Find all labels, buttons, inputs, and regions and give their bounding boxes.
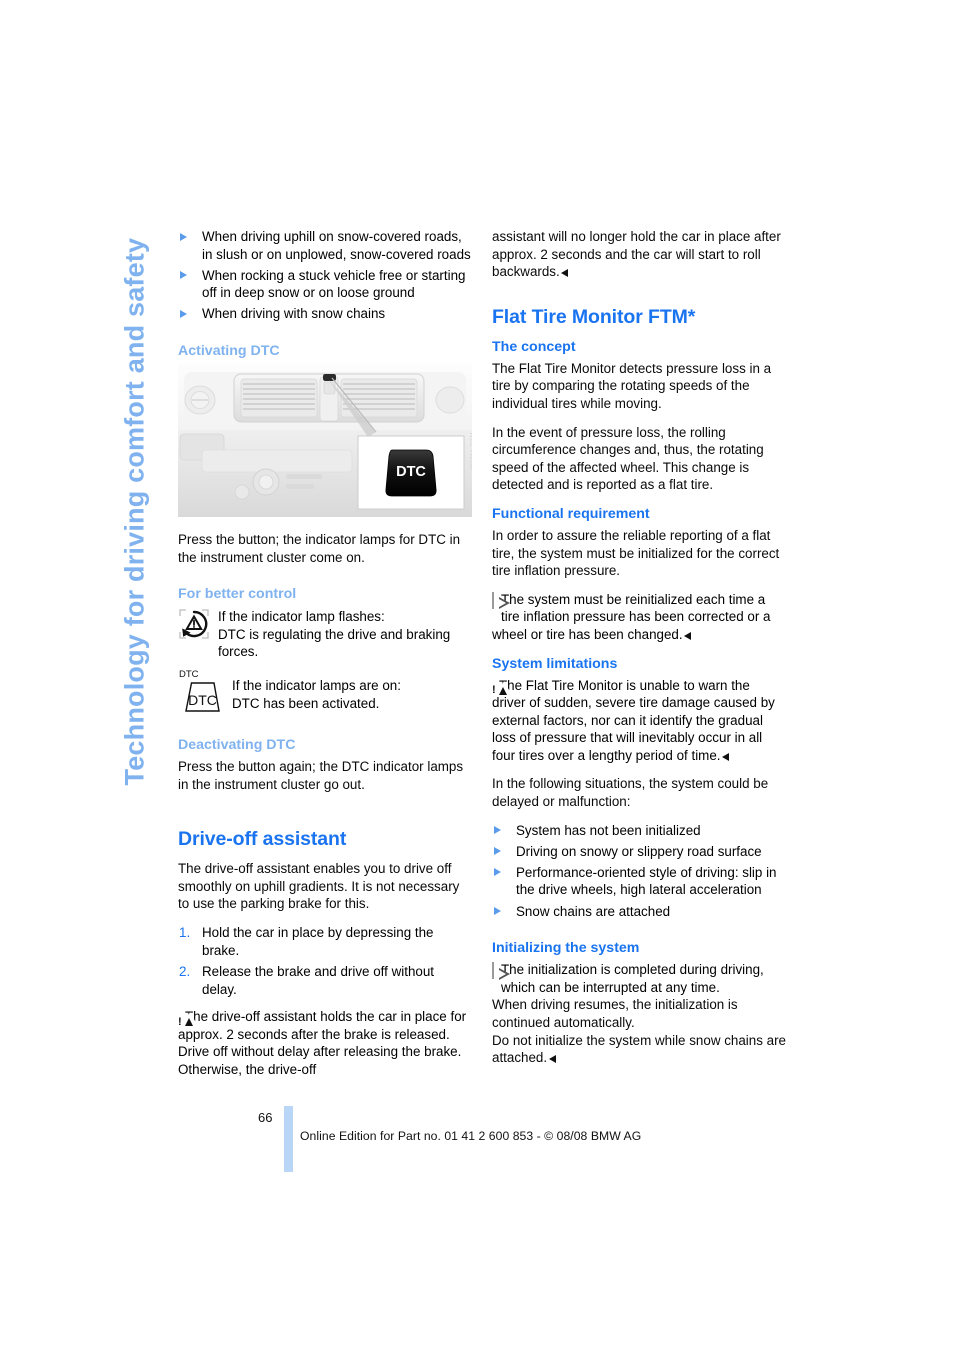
initializing-note-block: The initialization is completed during d… bbox=[492, 961, 786, 996]
heading-the-concept: The concept bbox=[492, 338, 576, 355]
activating-dtc-text: Press the button; the indicator lamps fo… bbox=[178, 531, 461, 565]
heading-drive-off-assistant: Drive-off assistant bbox=[178, 828, 347, 851]
initializing-paragraph-2: When driving resumes, the initialization… bbox=[492, 997, 738, 1030]
dtc-lamp-icon: DTC DTC bbox=[178, 667, 224, 720]
right-column: assistant will no longer hold the car in… bbox=[492, 228, 786, 1067]
triangle-bullet-icon bbox=[180, 309, 187, 318]
lamp-flashing-line1: If the indicator lamp flashes: bbox=[218, 609, 385, 625]
functional-paragraph-1: In order to assure the reliable reportin… bbox=[492, 527, 780, 579]
concept-paragraph-1: The Flat Tire Monitor detects pressure l… bbox=[492, 360, 772, 411]
heading-for-better-control: For better control bbox=[178, 586, 297, 603]
lamp-on-line1: If the indicator lamps are on: bbox=[232, 677, 401, 693]
footer-accent-bar bbox=[284, 1106, 293, 1172]
heading-flat-tire-monitor: Flat Tire Monitor FTM* bbox=[492, 305, 696, 328]
step-number: 1. bbox=[179, 924, 191, 940]
dtc-conditions-list: When driving uphill on snow-covered road… bbox=[178, 228, 472, 323]
indicator-lamp-flashing-row: If the indicator lamp flashes: DTC is re… bbox=[178, 607, 472, 661]
list-item-text: When rocking a stuck vehicle free or sta… bbox=[202, 267, 466, 301]
list-item: Driving on snowy or slippery road surfac… bbox=[492, 843, 786, 861]
list-item-text: System has not been initialized bbox=[516, 822, 701, 838]
list-item: 1. Hold the car in place by depressing t… bbox=[178, 924, 472, 959]
list-item-text: Performance-oriented style of driving: s… bbox=[516, 864, 777, 898]
step-text: Hold the car in place by depressing the … bbox=[202, 924, 434, 958]
heading-deactivating-dtc: Deactivating DTC bbox=[178, 736, 296, 753]
page-number: 66 bbox=[258, 1110, 273, 1125]
triangle-bullet-icon bbox=[494, 868, 501, 877]
initializing-p3-body: Do not initialize the system while snow … bbox=[492, 1032, 786, 1066]
heading-functional-requirement: Functional requirement bbox=[492, 505, 650, 522]
drive-off-steps: 1. Hold the car in place by depressing t… bbox=[178, 924, 472, 998]
end-of-note-marker bbox=[548, 1055, 556, 1064]
triangle-bullet-icon bbox=[494, 907, 501, 916]
list-item: When driving with snow chains bbox=[178, 305, 472, 323]
figure-watermark: WCMA.DTM bbox=[471, 432, 472, 470]
drive-off-intro-text: The drive-off assistant enables you to d… bbox=[178, 861, 460, 912]
lamp-flashing-line2: DTC is regulating the drive and braking … bbox=[218, 626, 451, 660]
list-item: System has not been initialized bbox=[492, 822, 786, 840]
initializing-paragraph-3: Do not initialize the system while snow … bbox=[492, 1032, 786, 1067]
drive-off-warning-block: ! The drive-off assistant holds the car … bbox=[178, 1009, 467, 1078]
step-text: Release the brake and drive off without … bbox=[202, 964, 435, 997]
limitations-list: System has not been initialized Driving … bbox=[492, 822, 786, 920]
indicator-lamp-on-row: DTC DTC If the indicator lamps are on: D… bbox=[178, 667, 472, 720]
limitations-warning-block: ! The Flat Tire Monitor is unable to war… bbox=[492, 677, 775, 763]
initializing-note-text: The initialization is completed during d… bbox=[501, 962, 764, 995]
list-item: Snow chains are attached bbox=[492, 903, 786, 921]
heading-initializing-the-system: Initializing the system bbox=[492, 940, 640, 957]
left-column: When driving uphill on snow-covered road… bbox=[178, 228, 472, 1090]
end-of-note-marker bbox=[684, 631, 692, 640]
lamp-on-line2: DTC has been activated. bbox=[232, 695, 380, 711]
triangle-bullet-icon bbox=[180, 232, 187, 241]
dtc-lamp-label: DTC bbox=[188, 692, 217, 708]
list-item: Performance-oriented style of driving: s… bbox=[492, 864, 786, 899]
list-item: When driving uphill on snow-covered road… bbox=[178, 228, 472, 263]
end-of-note-marker bbox=[561, 269, 569, 278]
continuation-body: assistant will no longer hold the car in… bbox=[492, 229, 781, 280]
list-item: When rocking a stuck vehicle free or sta… bbox=[178, 267, 472, 302]
dsc-rotating-arrow-icon bbox=[178, 607, 210, 646]
drive-off-warning-text: The drive-off assistant holds the car in… bbox=[178, 1009, 467, 1078]
indicator-lamp-on-text: If the indicator lamps are on: DTC has b… bbox=[232, 667, 401, 712]
chapter-title: Technology for driving comfort and safet… bbox=[119, 237, 150, 786]
triangle-bullet-icon bbox=[494, 826, 501, 835]
step-number: 2. bbox=[179, 964, 191, 980]
footer-copyright-note: Online Edition for Part no. 01 41 2 600 … bbox=[300, 1129, 642, 1143]
limitations-warning-text: The Flat Tire Monitor is unable to warn … bbox=[492, 677, 775, 763]
functional-note-block: The system must be reinitialized each ti… bbox=[492, 591, 786, 644]
functional-note-text: The system must be reinitialized each ti… bbox=[492, 591, 771, 642]
end-of-note-marker bbox=[722, 752, 729, 761]
heading-system-limitations: System limitations bbox=[492, 655, 618, 672]
deactivating-dtc-text: Press the button again; the DTC indicato… bbox=[178, 758, 464, 792]
dashboard-illustration: DTC bbox=[178, 363, 472, 517]
list-item: 2. Release the brake and drive off witho… bbox=[178, 963, 472, 998]
list-item-text: Driving on snowy or slippery road surfac… bbox=[516, 843, 762, 859]
note-icon bbox=[492, 962, 494, 980]
heading-activating-dtc: Activating DTC bbox=[178, 342, 280, 359]
indicator-lamp-flashing-text: If the indicator lamp flashes: DTC is re… bbox=[218, 607, 472, 661]
figure-dtc-button-location: DTC WCMA.DTM bbox=[178, 363, 472, 517]
triangle-bullet-icon bbox=[494, 847, 501, 856]
limitations-intro-text: In the following situations, the system … bbox=[492, 776, 769, 810]
note-icon bbox=[492, 591, 494, 610]
manual-page: Technology for driving comfort and safet… bbox=[0, 0, 954, 1350]
dtc-lamp-caption: DTC bbox=[179, 669, 199, 680]
triangle-bullet-icon bbox=[180, 271, 187, 280]
dtc-button-inset-label: DTC bbox=[396, 464, 426, 480]
continuation-text: assistant will no longer hold the car in… bbox=[492, 228, 786, 281]
list-item-text: When driving uphill on snow-covered road… bbox=[202, 229, 471, 262]
concept-paragraph-2: In the event of pressure loss, the rolli… bbox=[492, 424, 764, 493]
list-item-text: When driving with snow chains bbox=[202, 306, 386, 322]
list-item-text: Snow chains are attached bbox=[516, 903, 671, 919]
